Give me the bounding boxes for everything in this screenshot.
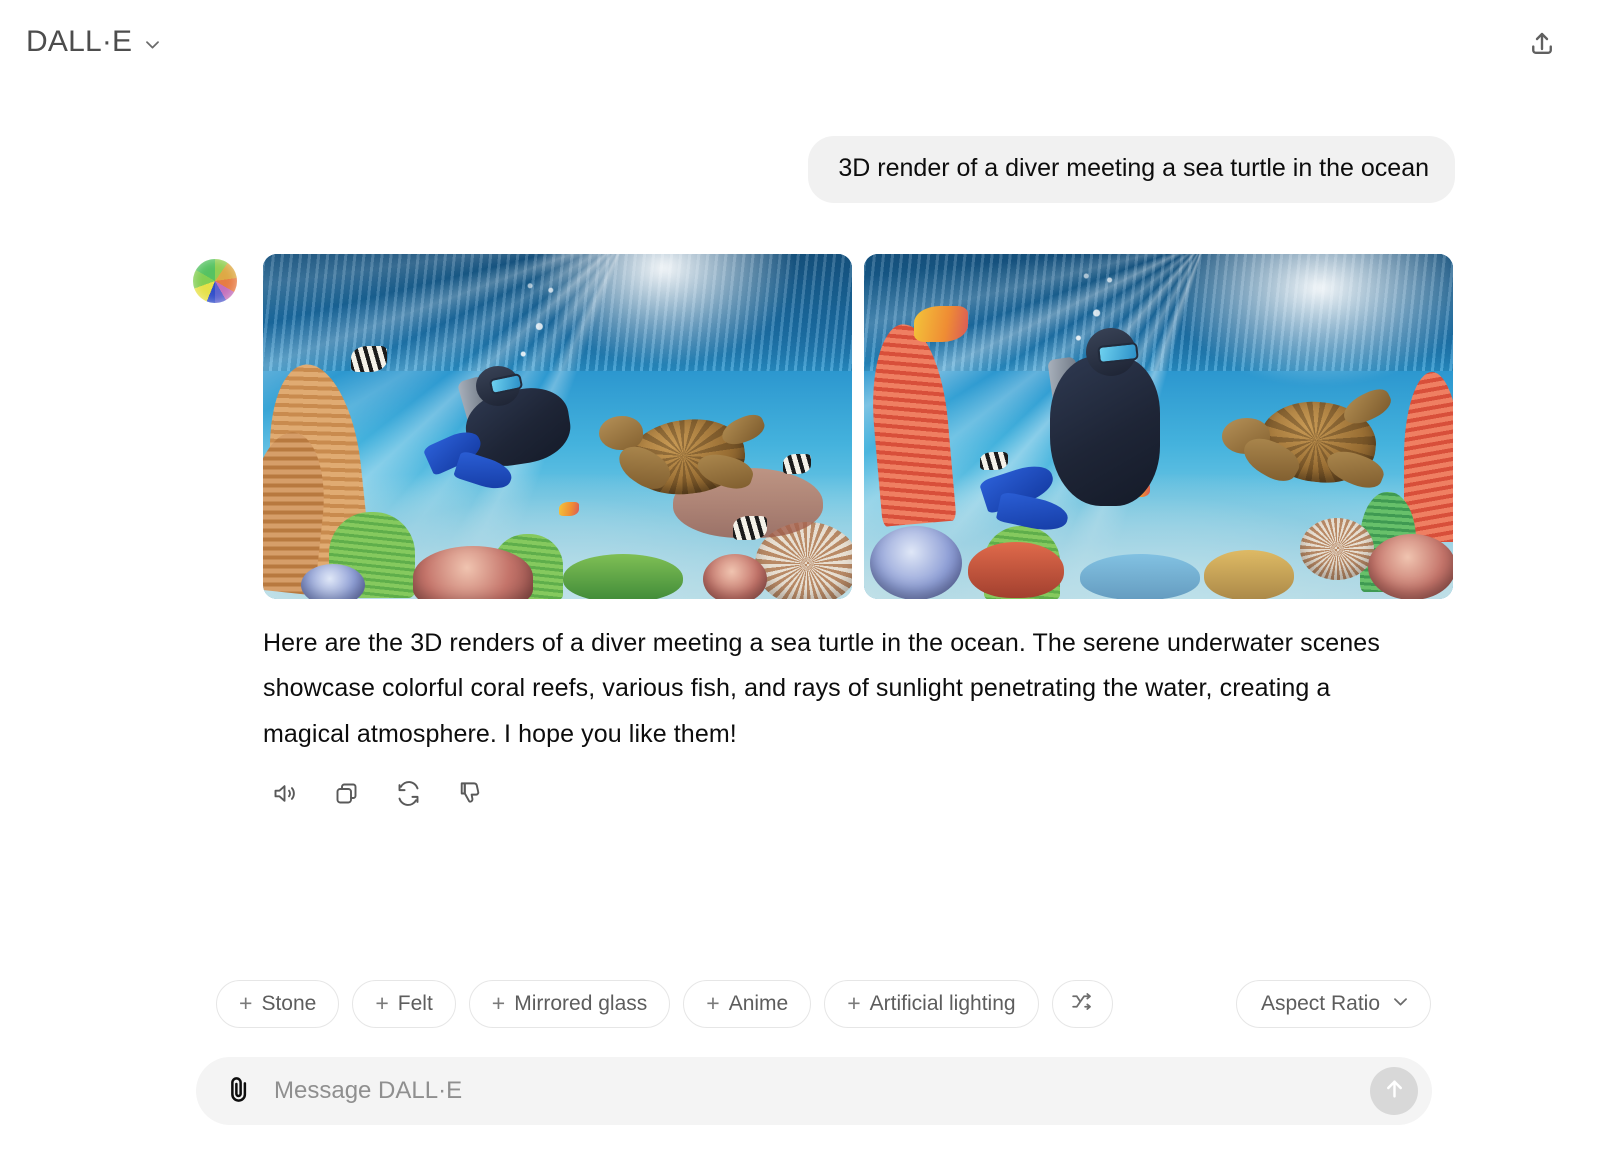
suggestion-chip-mirrored-glass[interactable]: + Mirrored glass: [468, 980, 671, 1028]
arrow-up-icon: [1381, 1075, 1408, 1107]
bubbles: [514, 265, 560, 376]
send-button[interactable]: [1370, 1067, 1418, 1115]
assistant-message-row: Here are the 3D renders of a diver meeti…: [0, 203, 1600, 815]
user-message-bubble: 3D render of a diver meeting a sea turtl…: [808, 136, 1455, 203]
suggestion-chip-label: Mirrored glass: [514, 992, 648, 1015]
suggestion-chip-label: Felt: [397, 992, 433, 1015]
fish: [351, 345, 387, 372]
diver: [422, 265, 608, 512]
plus-icon: +: [239, 989, 253, 1016]
assistant-response-text: Here are the 3D renders of a diver meeti…: [263, 628, 1380, 748]
dalle-logo-icon: [193, 258, 237, 303]
message-actions: [263, 778, 1453, 814]
suggestion-chip-label: Stone: [261, 992, 317, 1015]
diver-body: [1050, 355, 1160, 506]
diver: [978, 257, 1226, 550]
message-composer: [196, 1057, 1432, 1125]
suggestion-chip-anime[interactable]: + Anime: [683, 980, 812, 1028]
coral-rock: [1204, 549, 1294, 599]
coral-urchin: [1368, 533, 1453, 599]
suggestion-chip-stone[interactable]: + Stone: [216, 980, 340, 1028]
suggestion-chip-label: Artificial lighting: [869, 992, 1016, 1015]
message-input[interactable]: [258, 1077, 1370, 1105]
app-header: DALL·E: [0, 0, 1600, 96]
plus-icon: +: [847, 989, 861, 1016]
speaker-icon: [271, 780, 298, 812]
aspect-ratio-dropdown[interactable]: Aspect Ratio: [1235, 980, 1431, 1028]
chevron-down-icon: [143, 35, 162, 54]
page-title: DALL·E: [26, 25, 133, 58]
sea-turtle: [1220, 383, 1410, 524]
coral-rock: [968, 541, 1064, 598]
plus-icon: +: [491, 989, 506, 1016]
generated-image-grid: [263, 253, 1453, 599]
shuffle-icon: [1070, 989, 1095, 1020]
coral-rock: [563, 553, 683, 599]
model-selector[interactable]: DALL·E: [26, 27, 162, 57]
turtle-head: [599, 415, 643, 450]
regenerate-button[interactable]: [390, 778, 426, 814]
plus-icon: +: [375, 989, 389, 1016]
coral-rock: [1080, 553, 1200, 599]
plus-icon: +: [706, 989, 720, 1016]
paperclip-icon: [223, 1074, 253, 1109]
fish: [914, 305, 968, 342]
user-message-row: 3D render of a diver meeting a sea turtl…: [0, 96, 1600, 203]
shuffle-suggestions-button[interactable]: [1051, 980, 1113, 1028]
coral-urchin: [703, 553, 767, 599]
read-aloud-button[interactable]: [266, 778, 302, 814]
coral-urchin: [870, 525, 962, 599]
suggestion-chip-label: Anime: [728, 992, 789, 1015]
copy-button[interactable]: [328, 778, 364, 814]
suggestion-chip-artificial-lighting[interactable]: + Artificial lighting: [824, 980, 1039, 1028]
suggestion-chip-felt[interactable]: + Felt: [352, 980, 456, 1028]
chevron-down-icon: [1391, 992, 1410, 1017]
share-button[interactable]: [1520, 24, 1564, 68]
sea-turtle: [593, 404, 773, 524]
assistant-message-body: Here are the 3D renders of a diver meeti…: [263, 253, 1453, 815]
suggestion-chips-row: + Stone + Felt + Mirrored glass + Anime …: [216, 980, 1431, 1028]
dislike-button[interactable]: [452, 778, 488, 814]
thumbs-down-icon: [457, 780, 484, 812]
attach-file-button[interactable]: [218, 1071, 258, 1111]
conversation: 3D render of a diver meeting a sea turtl…: [0, 96, 1600, 814]
aspect-ratio-label: Aspect Ratio: [1260, 992, 1380, 1015]
generated-image-2[interactable]: [864, 253, 1453, 599]
generated-image-1[interactable]: [263, 253, 852, 599]
copy-icon: [333, 780, 360, 812]
upload-share-icon: [1527, 29, 1557, 64]
coral-urchin: [1300, 517, 1374, 580]
fish: [980, 451, 1008, 470]
bubbles: [1068, 257, 1120, 358]
fish: [783, 453, 811, 474]
refresh-icon: [395, 780, 422, 812]
